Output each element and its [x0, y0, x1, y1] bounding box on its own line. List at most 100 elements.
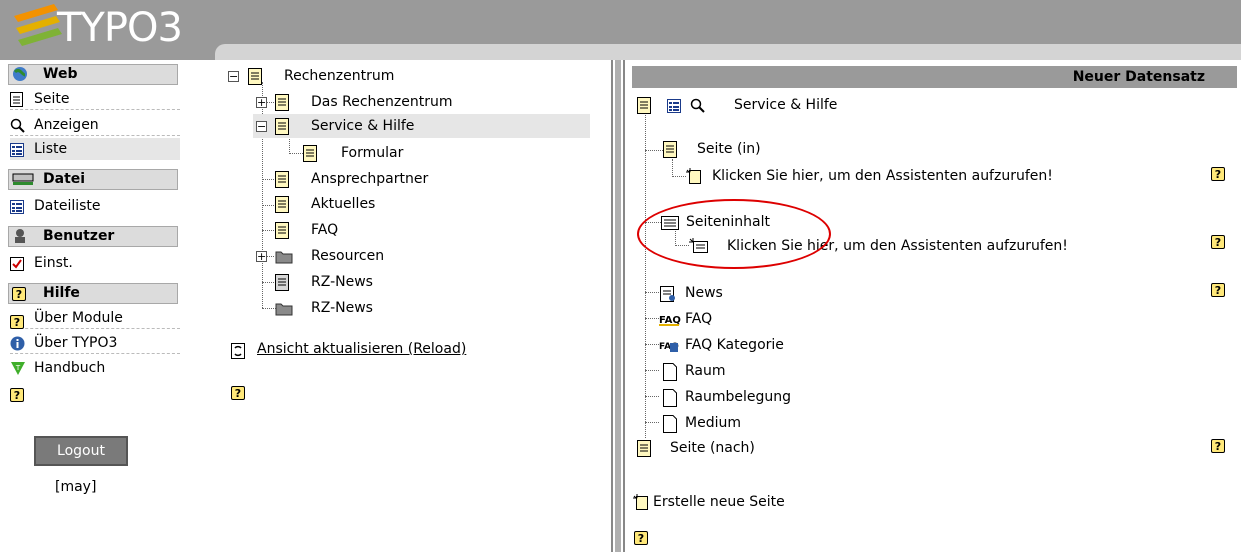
wizard-link-label: Klicken Sie hier, um den Assistenten auf… — [712, 168, 1053, 184]
tree-node-label: RZ-News — [311, 300, 373, 316]
page-icon — [275, 118, 289, 143]
menu-item-ueber-typo3[interactable]: Über TYPO3 — [10, 332, 180, 354]
tree-node-label: Das Rechenzentrum — [311, 94, 453, 110]
menu-item-liste[interactable]: Liste — [10, 138, 180, 160]
list-icon — [10, 142, 24, 164]
username-label: [may] — [55, 479, 97, 495]
wizard-link-page[interactable]: Klicken Sie hier, um den Assistenten auf… — [686, 164, 1206, 188]
menu-section-hilfe[interactable]: ? Hilfe — [8, 283, 178, 304]
menu-item-seite[interactable]: Seite — [10, 88, 180, 110]
drive-icon — [12, 171, 34, 193]
tree-node-rechenzentrum[interactable]: − Rechenzentrum — [226, 64, 526, 88]
tree-node-service-hilfe[interactable]: − Service & Hilfe — [253, 114, 590, 138]
tree-node-rz-news-folder[interactable]: RZ-News — [253, 296, 553, 320]
list-icon — [10, 199, 24, 221]
faq-icon: FAQ — [659, 311, 681, 335]
current-page-row: Service & Hilfe — [637, 93, 937, 117]
new-record-faq-kategorie[interactable]: FAQ FAQ Kategorie — [659, 333, 959, 357]
record-label: Medium — [685, 415, 741, 431]
create-page-label: Erstelle neue Seite — [653, 494, 785, 510]
content-header: Neuer Datensatz — [632, 66, 1237, 88]
collapse-icon[interactable]: − — [256, 121, 267, 132]
menu-item-ueber-module[interactable]: ? Über Module — [10, 307, 180, 329]
tree-node-label: Formular — [341, 145, 404, 161]
menu-item-label: Liste — [34, 141, 68, 157]
new-page-after[interactable]: Seite (nach) — [637, 436, 937, 460]
tree-node-label: Resourcen — [311, 248, 385, 264]
menu-item-dateiliste[interactable]: Dateiliste — [10, 195, 180, 217]
help-icon[interactable]: ? — [10, 387, 24, 403]
help-icon[interactable]: ? — [1211, 282, 1225, 298]
tree-line — [645, 150, 663, 151]
tree-node-resourcen[interactable]: + Resourcen — [253, 244, 553, 268]
help-icon[interactable]: ? — [1211, 234, 1225, 250]
help-icon[interactable]: ? — [634, 530, 648, 546]
record-label: Seite (in) — [697, 141, 761, 157]
tree-line — [672, 176, 686, 177]
tree-node-aktuelles[interactable]: Aktuelles — [253, 192, 553, 216]
menu-section-benutzer[interactable]: Benutzer — [8, 226, 178, 247]
new-record-raum[interactable]: Raum — [659, 359, 959, 383]
menu-section-datei[interactable]: Datei — [8, 169, 178, 190]
new-record-raumbelegung[interactable]: Raumbelegung — [659, 385, 959, 409]
wizard-page-icon — [686, 168, 702, 192]
tree-node-label: Ansprechpartner — [311, 171, 429, 187]
menu-item-label: Einst. — [34, 255, 73, 271]
logout-button[interactable]: Logout — [34, 436, 128, 466]
new-record-medium[interactable]: Medium — [659, 411, 959, 435]
magnifier-icon — [10, 118, 25, 140]
record-label: News — [685, 285, 723, 301]
globe-icon — [12, 66, 28, 88]
tree-node-label: Aktuelles — [311, 196, 376, 212]
menu-section-web[interactable]: Web — [8, 64, 178, 85]
faq-category-icon: FAQ — [659, 337, 681, 361]
record-label: Raumbelegung — [685, 389, 792, 405]
tree-node-rz-news[interactable]: RZ-News — [253, 270, 553, 294]
menu-item-anzeigen[interactable]: Anzeigen — [10, 114, 180, 136]
folder-icon — [275, 300, 293, 324]
content-frame-top — [215, 44, 1241, 60]
refresh-icon[interactable] — [231, 343, 245, 363]
tree-node-ansprechpartner[interactable]: Ansprechpartner — [253, 167, 553, 191]
help-icon[interactable]: ? — [1211, 438, 1225, 454]
new-record-news[interactable]: News — [659, 281, 959, 305]
tree-line — [645, 318, 659, 319]
page-icon — [10, 92, 23, 114]
highlight-ellipse — [637, 199, 831, 269]
wizard-page-icon — [633, 494, 649, 518]
tree-line — [645, 344, 659, 345]
new-record-faq[interactable]: FAQ FAQ — [659, 307, 959, 331]
record-label: FAQ — [685, 311, 713, 327]
expand-icon[interactable]: + — [256, 97, 267, 108]
reload-link[interactable]: Ansicht aktualisieren (Reload) — [257, 341, 466, 357]
tree-line — [645, 370, 659, 371]
list-icon[interactable] — [667, 97, 681, 121]
logo-text: TYPO3 — [57, 5, 183, 51]
page-title: Service & Hilfe — [734, 97, 838, 113]
menu-section-label: Hilfe — [43, 285, 80, 301]
checkbox-icon — [10, 256, 24, 278]
magnifier-icon[interactable] — [690, 97, 705, 121]
menu-item-einst[interactable]: Einst. — [10, 252, 180, 274]
tree-node-label: FAQ — [311, 222, 339, 238]
collapse-icon[interactable]: − — [228, 71, 239, 82]
manual-icon: T — [10, 361, 26, 383]
new-page-inside[interactable]: Seite (in) — [663, 137, 963, 161]
record-label: FAQ Kategorie — [685, 337, 784, 353]
help-icon[interactable]: ? — [1211, 166, 1225, 182]
frame-splitter-bar[interactable] — [615, 60, 621, 552]
menu-section-label: Benutzer — [43, 228, 115, 244]
help-icon: ? — [10, 311, 24, 333]
help-icon[interactable]: ? — [231, 385, 245, 401]
create-new-page-link[interactable]: Erstelle neue Seite — [633, 490, 933, 514]
tree-node-faq[interactable]: FAQ — [253, 218, 553, 242]
tree-node-formular[interactable]: Formular — [253, 141, 553, 165]
tree-line — [645, 113, 646, 438]
record-label: Seite (nach) — [670, 440, 755, 456]
menu-item-handbuch[interactable]: T Handbuch — [10, 357, 180, 379]
page-icon — [637, 97, 651, 122]
menu-item-label: Über TYPO3 — [34, 335, 118, 351]
tree-line — [645, 422, 659, 423]
expand-icon[interactable]: + — [256, 251, 267, 262]
tree-node-das-rechenzentrum[interactable]: + Das Rechenzentrum — [253, 90, 553, 114]
